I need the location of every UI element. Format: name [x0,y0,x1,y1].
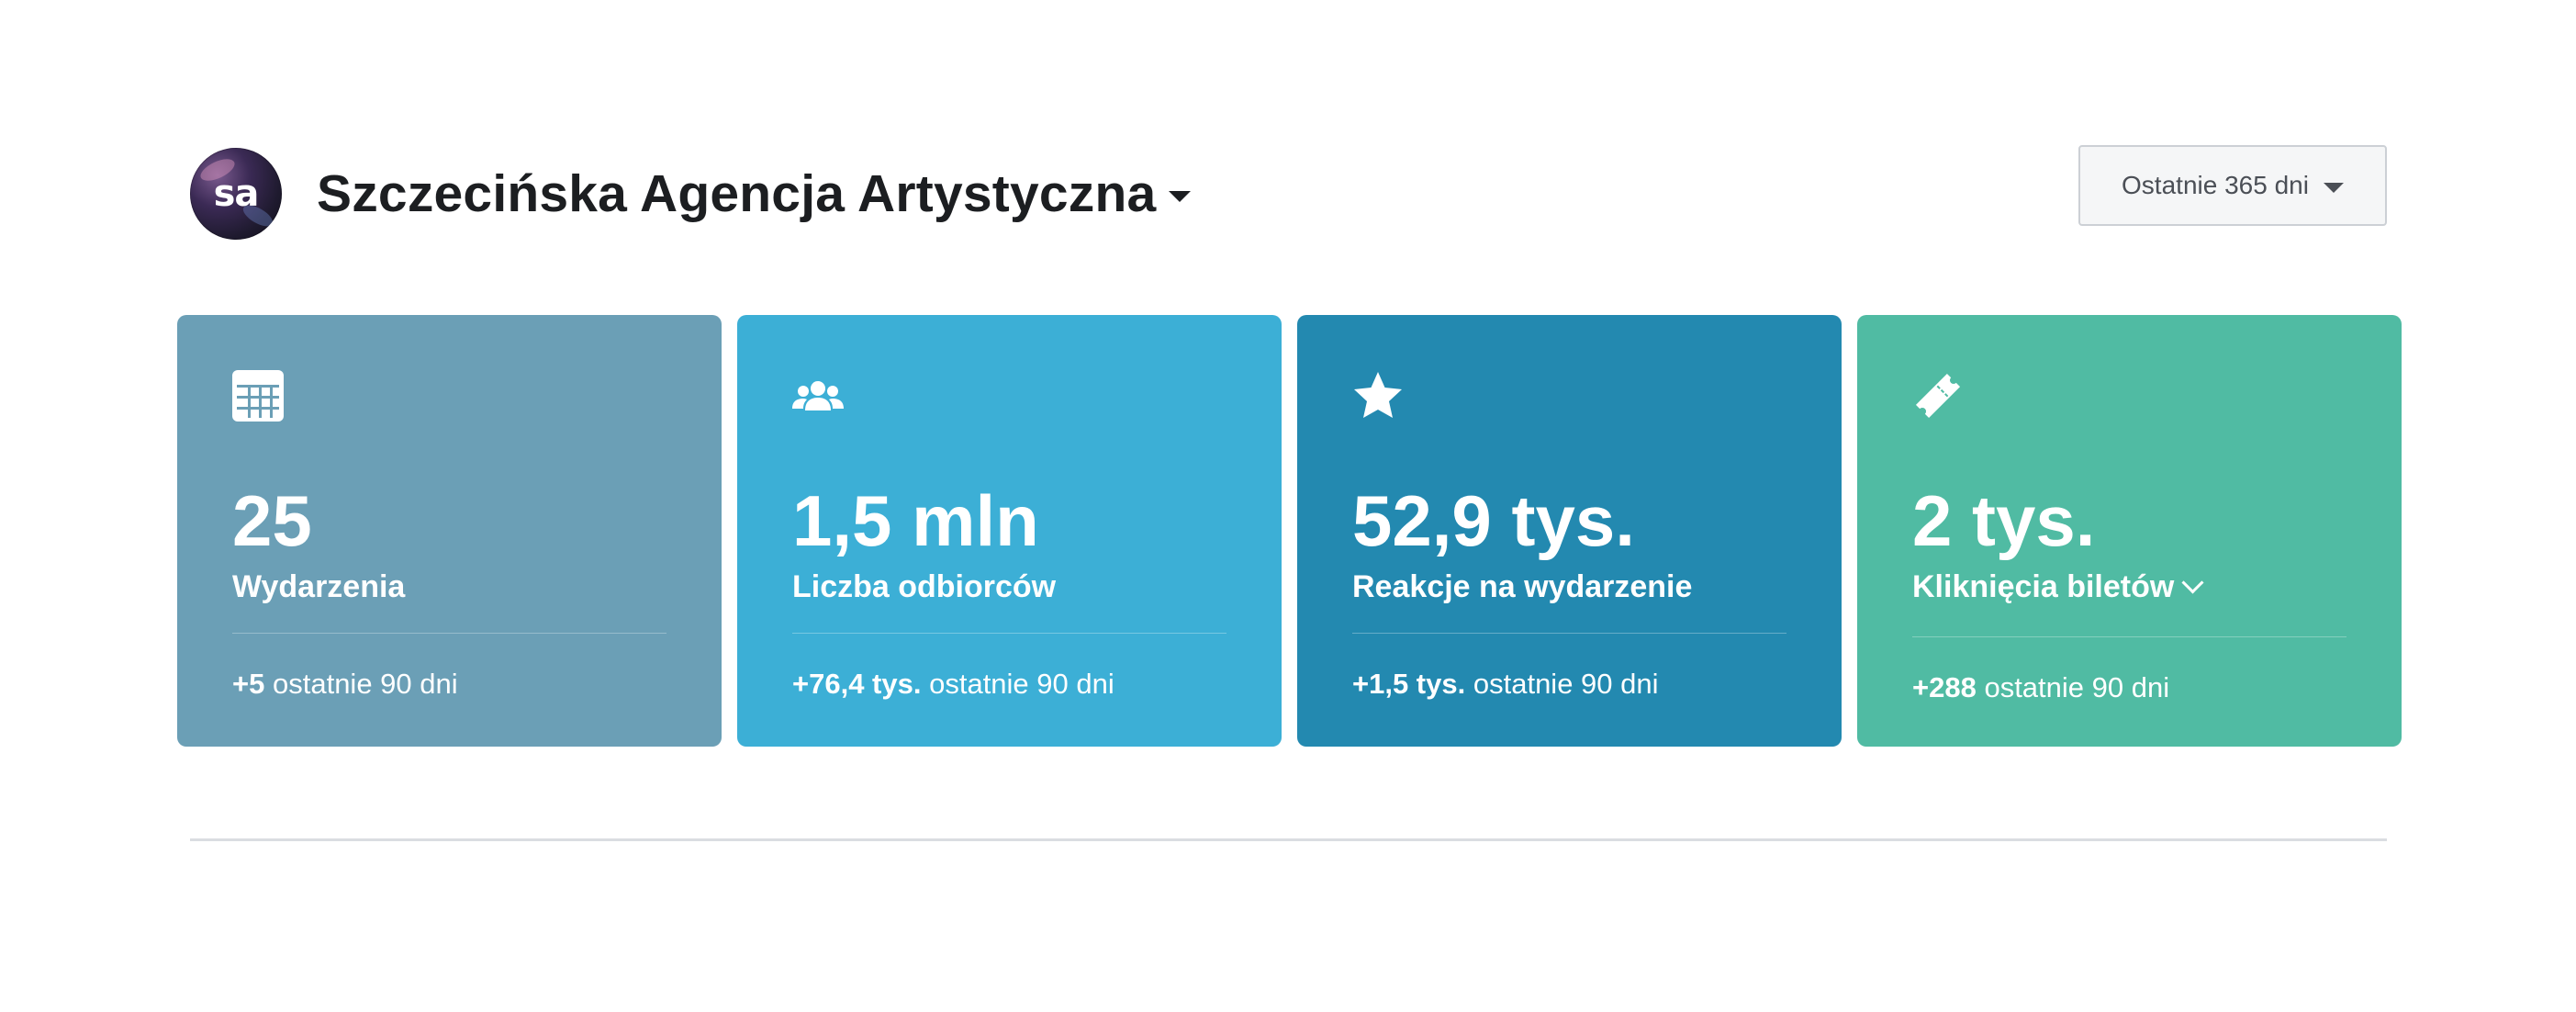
summary-cards: 25 Wydarzenia +5 ostatnie 90 dni 1,5 mln… [177,315,2402,747]
date-range-dropdown[interactable]: Ostatnie 365 dni [2078,145,2387,226]
card-divider [792,633,1226,634]
date-range-label: Ostatnie 365 dni [2122,171,2309,199]
card-label-text: Liczba odbiorców [792,569,1057,604]
card-ticket-clicks[interactable]: 2 tys. Kliknięcia biletów +288 ostatnie … [1857,315,2402,747]
card-delta: +5 [232,668,265,700]
page-header: sa Szczecińska Agencja Artystyczna Ostat… [190,145,2387,242]
page-switcher-caret-icon[interactable] [1169,191,1192,202]
card-label-text: Kliknięcia biletów [1912,569,2175,604]
card-value: 25 [232,480,312,561]
card-footer: +76,4 tys. ostatnie 90 dni [792,668,1114,701]
calendar-icon [232,370,284,422]
card-label-text: Reakcje na wydarzenie [1352,569,1693,604]
card-label: Wydarzenia [232,569,405,605]
insights-page: sa Szczecińska Agencja Artystyczna Ostat… [0,0,2576,1012]
star-icon [1354,372,1402,418]
avatar-initials: sa [213,173,260,215]
card-divider [1912,636,2346,637]
card-label[interactable]: Kliknięcia biletów [1912,569,2204,605]
card-delta: +1,5 tys. [1352,668,1466,700]
caret-down-icon [2323,182,2344,193]
card-period: ostatnie 90 dni [929,668,1114,700]
card-period: ostatnie 90 dni [1984,671,2170,703]
card-label: Reakcje na wydarzenie [1352,569,1692,605]
card-value: 52,9 tys. [1352,480,1635,561]
card-delta: +288 [1912,671,1977,703]
chevron-down-icon[interactable] [2181,571,2204,594]
card-label-text: Wydarzenia [232,569,406,604]
card-footer: +1,5 tys. ostatnie 90 dni [1352,668,1659,701]
card-audience[interactable]: 1,5 mln Liczba odbiorców +76,4 tys. osta… [737,315,1282,747]
card-events[interactable]: 25 Wydarzenia +5 ostatnie 90 dni [177,315,722,747]
card-divider [1352,633,1786,634]
people-icon [792,381,844,410]
card-value: 2 tys. [1912,480,2096,561]
card-value: 1,5 mln [792,480,1039,561]
ticket-icon [1915,373,1961,419]
card-divider [232,633,666,634]
section-divider [190,838,2387,841]
card-footer: +5 ostatnie 90 dni [232,668,458,701]
page-title[interactable]: Szczecińska Agencja Artystyczna [317,163,1156,224]
avatar[interactable]: sa [190,148,282,240]
card-delta: +76,4 tys. [792,668,922,700]
card-period: ostatnie 90 dni [1473,668,1659,700]
card-footer: +288 ostatnie 90 dni [1912,671,2169,704]
card-reactions[interactable]: 52,9 tys. Reakcje na wydarzenie +1,5 tys… [1297,315,1842,747]
card-period: ostatnie 90 dni [272,668,458,700]
card-label: Liczba odbiorców [792,569,1056,605]
